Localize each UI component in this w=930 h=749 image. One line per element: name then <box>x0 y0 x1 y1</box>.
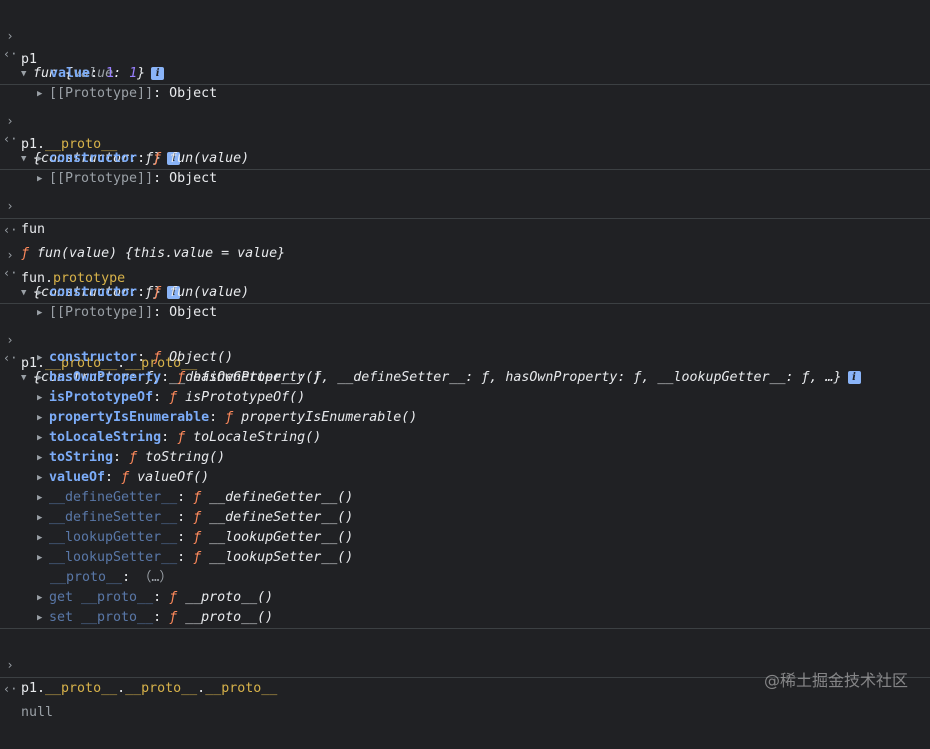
function-icon: ƒ <box>177 430 186 445</box>
function-icon: ƒ <box>225 410 234 425</box>
function-icon: ƒ <box>169 390 178 405</box>
property-row[interactable]: ▶ constructor: ƒ Object() <box>0 348 930 368</box>
property-row[interactable]: ▶ constructor: ƒ fun(value) <box>0 129 930 166</box>
console-entry: › p1 ‹· ▼ fun {value: 1} i value: 1 ▶ [[Pro… <box>0 0 930 101</box>
collapsed-triangle-icon[interactable]: ▶ <box>37 388 49 408</box>
property-row: value: 1 <box>50 66 115 81</box>
property-row[interactable]: ▶ toString: ƒ toString() <box>0 448 930 468</box>
function-icon: ƒ <box>169 590 178 605</box>
collapsed-triangle-icon[interactable]: ▶ <box>37 408 49 428</box>
console-input-row[interactable]: › p1 <box>0 0 930 67</box>
function-icon: ƒ <box>169 610 178 625</box>
console-output-row[interactable]: ‹· ▼ fun {value: 1} i <box>0 24 930 81</box>
console-log: › p1 ‹· ▼ fun {value: 1} i value: 1 ▶ [[Pro… <box>0 0 930 720</box>
collapsed-triangle-icon[interactable]: ▶ <box>37 448 49 468</box>
console-input-row[interactable]: › p1.__proto__.__proto__ <box>0 304 930 371</box>
property-row[interactable]: ▶ toLocaleString: ƒ toLocaleString() <box>0 428 930 448</box>
collapsed-triangle-icon[interactable]: ▶ <box>37 348 49 368</box>
property-row[interactable]: ▶ __lookupGetter__: ƒ __lookupGetter__() <box>0 528 930 548</box>
property-row[interactable]: ▶ __defineGetter__: ƒ __defineGetter__() <box>0 488 930 508</box>
console-output-row[interactable]: ‹· ▼ {constructor: ƒ, __defineGetter__: ƒ… <box>0 328 930 385</box>
collapsed-triangle-icon[interactable]: ▶ <box>37 368 49 388</box>
property-row[interactable]: ▶ [[Prototype]]: Object <box>0 64 930 101</box>
collapsed-triangle-icon[interactable]: ▶ <box>37 468 49 488</box>
function-icon: ƒ <box>193 490 202 505</box>
property-row[interactable]: ▶ __lookupSetter__: ƒ __lookupSetter__() <box>0 548 930 568</box>
property-row[interactable]: ▶ get __proto__: ƒ __proto__() <box>0 588 930 608</box>
function-icon: ƒ <box>121 470 130 485</box>
console-input-row[interactable]: › fun.prototype <box>0 219 930 286</box>
function-icon: ƒ <box>129 450 138 465</box>
collapsed-triangle-icon[interactable]: ▶ <box>37 428 49 448</box>
function-icon: ƒ <box>193 530 202 545</box>
collapsed-triangle-icon[interactable]: ▶ <box>37 608 49 628</box>
property-row[interactable]: ▶ [[Prototype]]: Object <box>0 283 930 320</box>
function-icon: ƒ <box>177 370 186 385</box>
console-output-row[interactable]: ‹· ƒ fun(value) {this.value = value} <box>0 194 930 261</box>
lazy-value[interactable]: （…） <box>138 570 173 585</box>
console-entry: › p1.__proto__ ‹· ▼ {constructor: ƒ} i ▶ co… <box>0 85 930 186</box>
property-row[interactable]: ▶ isPrototypeOf: ƒ isPrototypeOf() <box>0 388 930 408</box>
console-entry: › fun ‹· ƒ fun(value) {this.value = valu… <box>0 170 930 261</box>
function-icon: ƒ <box>193 550 202 565</box>
console-input-row[interactable]: › p1.__proto__.__proto__.__proto__ <box>0 629 930 696</box>
console-entry: › p1.__proto__.__proto__ ‹· ▼ {constructo… <box>0 304 930 629</box>
collapsed-triangle-icon[interactable]: ▶ <box>37 488 49 508</box>
property-row[interactable]: ▶ [[Prototype]]: Object <box>0 149 930 186</box>
property-row[interactable]: ▶ set __proto__: ƒ __proto__() <box>0 608 930 628</box>
output-prompt-icon: ‹· <box>3 682 18 696</box>
property-row[interactable]: ▶ hasOwnProperty: ƒ hasOwnProperty() <box>0 368 930 388</box>
collapsed-triangle-icon[interactable]: ▶ <box>37 508 49 528</box>
property-row[interactable]: ▶ __defineSetter__: ƒ __defineSetter__() <box>0 508 930 528</box>
console-output-row[interactable]: ‹· ▼ {constructor: ƒ} i <box>0 109 930 166</box>
property-row[interactable]: ▶ valueOf: ƒ valueOf() <box>0 468 930 488</box>
console-input-row[interactable]: › fun <box>0 170 930 237</box>
collapsed-triangle-icon[interactable]: ▶ <box>37 548 49 568</box>
collapsed-triangle-icon[interactable]: ▶ <box>37 588 49 608</box>
function-icon: ƒ <box>153 350 162 365</box>
property-row[interactable]: ▶ propertyIsEnumerable: ƒ propertyIsEnume… <box>0 408 930 428</box>
property-row[interactable]: ▶ constructor: ƒ fun(value) <box>0 263 930 300</box>
collapsed-triangle-icon[interactable]: ▶ <box>37 528 49 548</box>
console-output-row[interactable]: ‹· ▼ {constructor: ƒ} i <box>0 243 930 300</box>
property-row[interactable]: __proto__: （…） <box>0 568 930 588</box>
watermark: @稀土掘金技术社区 <box>763 671 908 690</box>
console-input-row[interactable]: › p1.__proto__ <box>0 85 930 152</box>
console-entry: › fun.prototype ‹· ▼ {constructor: ƒ} i ▶ c… <box>0 219 930 320</box>
function-icon: ƒ <box>193 510 202 525</box>
